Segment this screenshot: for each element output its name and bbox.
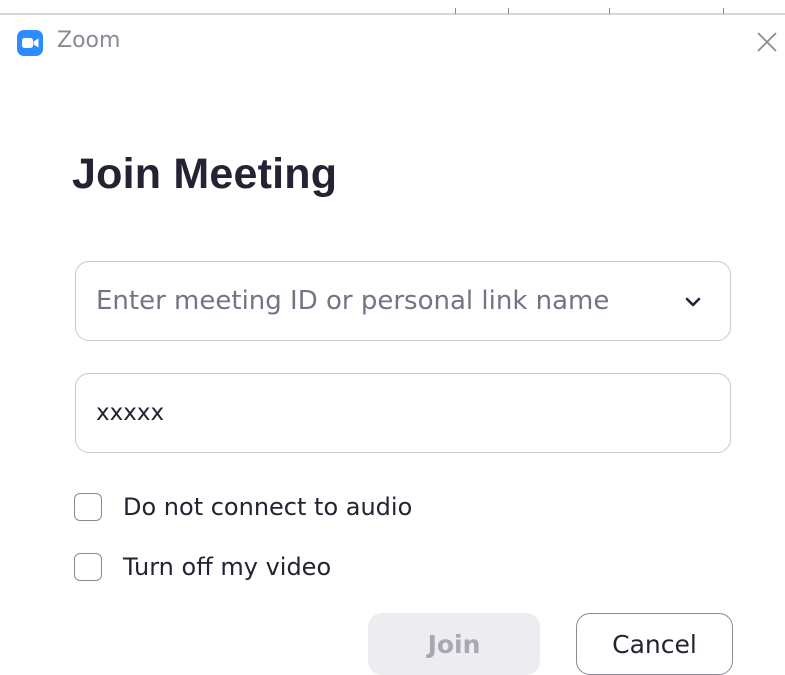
background-tick	[723, 8, 724, 14]
video-off-checkbox[interactable]	[74, 553, 102, 581]
page-title: Join Meeting	[72, 150, 338, 198]
video-camera-icon	[17, 30, 43, 56]
meeting-id-input[interactable]	[96, 280, 656, 322]
display-name-input[interactable]	[96, 392, 656, 434]
cancel-button[interactable]: Cancel	[576, 613, 733, 675]
background-tick	[455, 8, 456, 14]
display-name-field[interactable]	[75, 373, 731, 453]
join-button[interactable]: Join	[368, 613, 540, 675]
option-video-off[interactable]: Turn off my video	[74, 551, 331, 583]
background-divider	[0, 13, 785, 15]
background-window-edge	[0, 0, 785, 16]
close-button[interactable]	[752, 27, 782, 57]
chevron-down-icon	[685, 297, 701, 307]
title-bar: Zoom	[0, 18, 785, 64]
meeting-id-dropdown-button[interactable]	[682, 292, 704, 312]
no-audio-checkbox[interactable]	[74, 493, 102, 521]
video-off-label: Turn off my video	[123, 553, 332, 581]
background-tick	[609, 8, 610, 14]
option-no-audio[interactable]: Do not connect to audio	[74, 491, 412, 523]
app-title: Zoom	[57, 28, 121, 53]
meeting-id-combobox[interactable]	[75, 261, 731, 341]
background-tick	[508, 8, 509, 14]
no-audio-label: Do not connect to audio	[123, 493, 413, 521]
close-icon	[757, 32, 777, 52]
